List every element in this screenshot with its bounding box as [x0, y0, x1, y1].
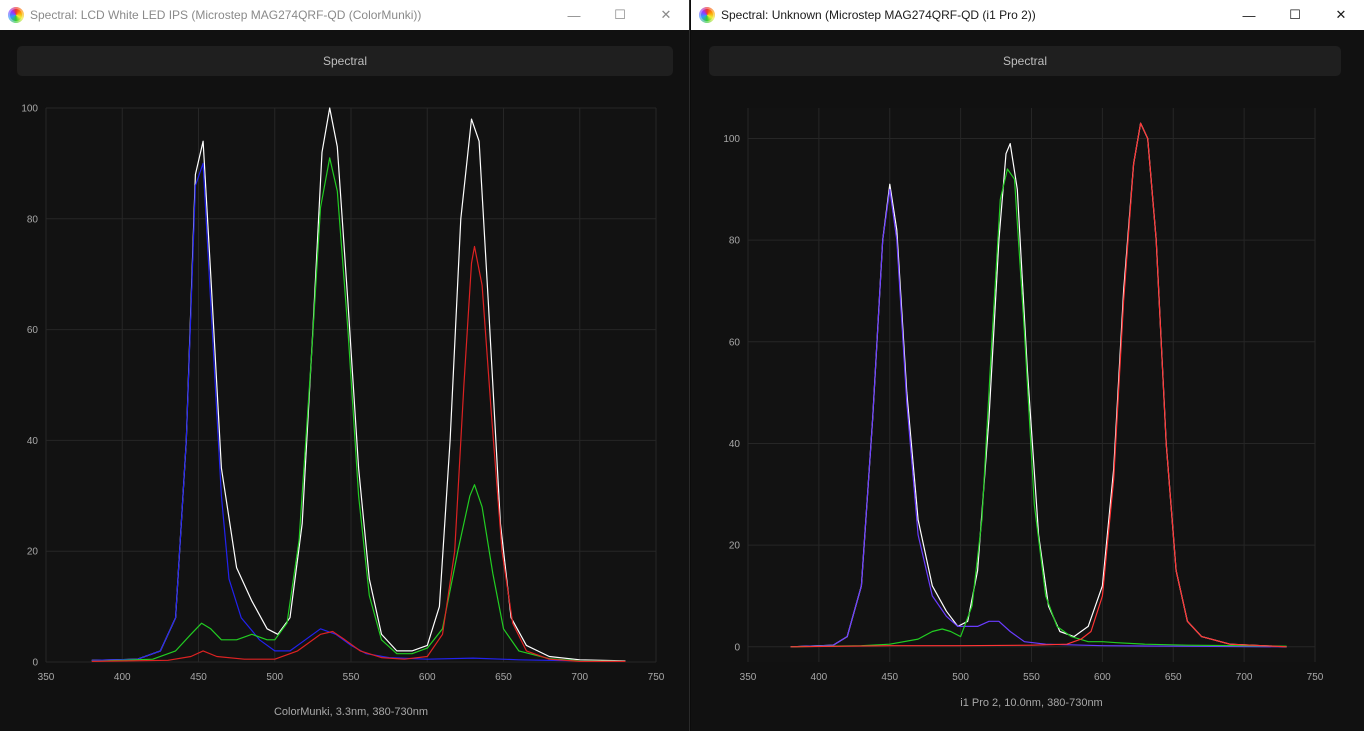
x-tick-label: 500 [952, 672, 969, 683]
x-tick-label: 650 [1165, 672, 1182, 683]
x-tick-label: 500 [266, 672, 283, 683]
y-tick-label: 100 [21, 104, 38, 115]
y-tick-label: 40 [729, 439, 741, 450]
y-tick-label: 20 [729, 541, 741, 552]
y-tick-label: 20 [27, 547, 39, 558]
y-tick-label: 40 [27, 436, 39, 447]
chart-caption: ColorMunki, 3.3nm, 380-730nm [274, 706, 428, 718]
x-tick-label: 400 [811, 672, 828, 683]
x-tick-label: 700 [1236, 672, 1253, 683]
y-tick-label: 60 [27, 325, 39, 336]
y-tick-label: 0 [734, 642, 740, 653]
x-tick-label: 600 [1094, 672, 1111, 683]
spectral-chart: 350 400 450 500 550 600 650 700 750 0 20 40 60 80 100 i… [723, 108, 1324, 709]
x-tick-label: 350 [740, 672, 757, 683]
y-tick-label: 0 [32, 658, 38, 669]
spectral-window-colormunki: Spectral: LCD White LED IPS (Microstep M… [0, 0, 690, 731]
chart-caption: i1 Pro 2, 10.0nm, 380-730nm [960, 697, 1102, 709]
x-tick-label: 450 [190, 672, 207, 683]
x-tick-label: 350 [38, 672, 55, 683]
y-tick-label: 80 [27, 214, 39, 225]
x-tick-label: 700 [571, 672, 588, 683]
spectral-window-i1pro2: Spectral: Unknown (Microstep MAG274QRF-Q… [691, 0, 1364, 731]
x-tick-label: 650 [495, 672, 512, 683]
x-tick-label: 400 [114, 672, 131, 683]
y-tick-label: 100 [723, 134, 740, 145]
x-tick-label: 600 [419, 672, 436, 683]
spectral-chart: 350 400 450 500 550 600 650 700 750 0 20 40 60 80 100 C… [21, 104, 665, 719]
x-tick-label: 550 [343, 672, 360, 683]
x-tick-label: 550 [1023, 672, 1040, 683]
x-tick-label: 750 [648, 672, 665, 683]
x-tick-label: 750 [1307, 672, 1324, 683]
x-tick-label: 450 [881, 672, 898, 683]
y-tick-label: 60 [729, 337, 741, 348]
y-tick-label: 80 [729, 236, 741, 247]
